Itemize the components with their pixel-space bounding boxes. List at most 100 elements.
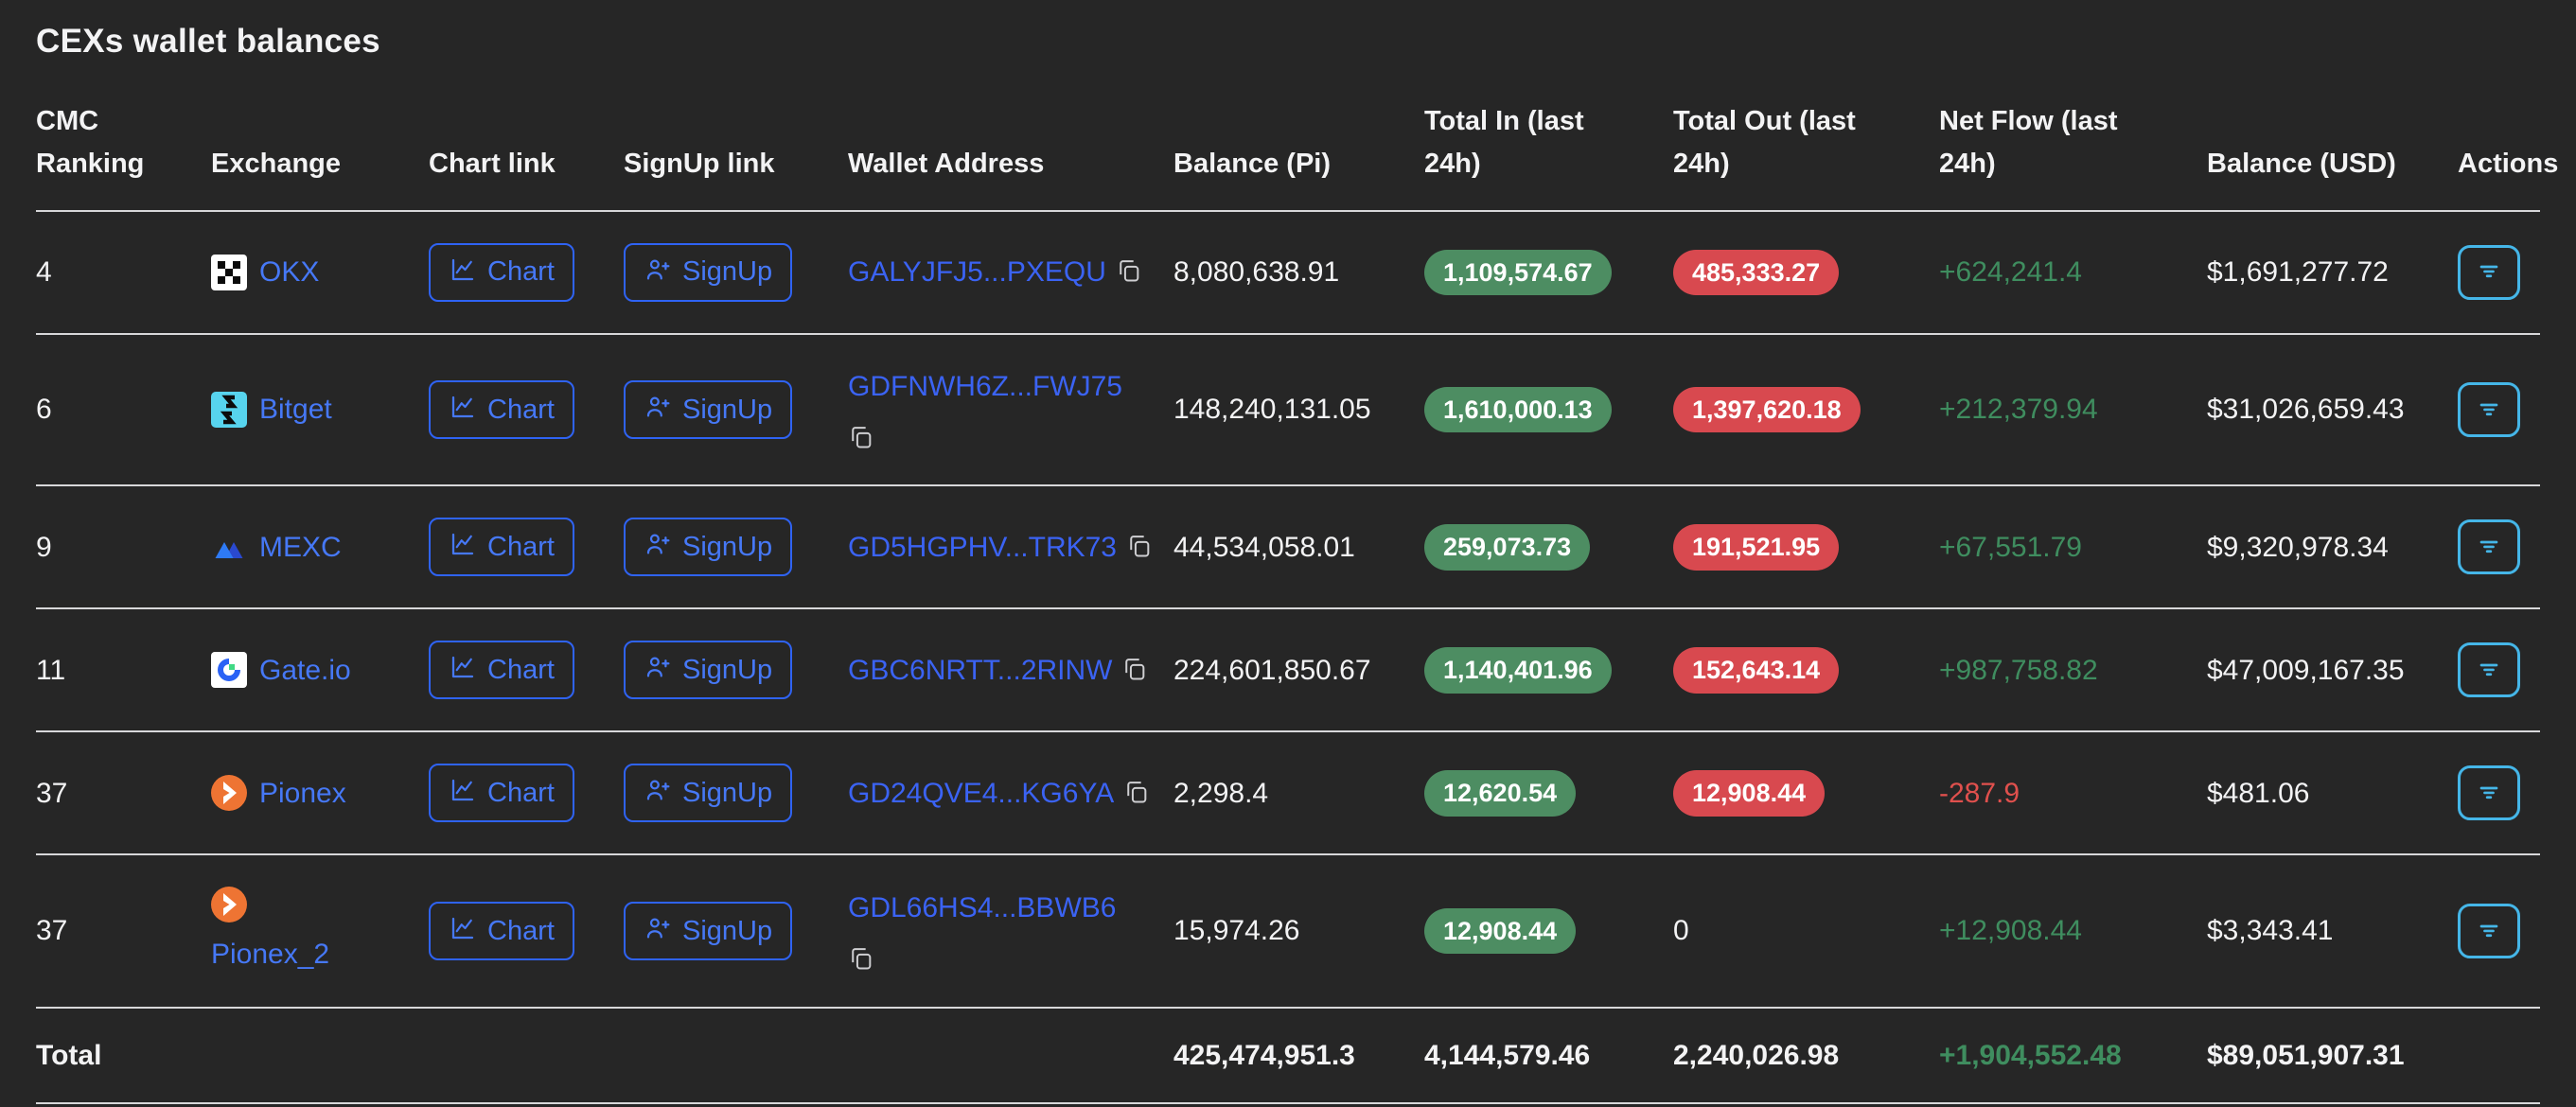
header-row: CMCRankingExchangeChart linkSignUp linkW… (36, 100, 2540, 211)
wallet-address-link[interactable]: GDL66HS4...BBWB6 (848, 892, 1116, 923)
balance-pi-value: 44,534,058.01 (1173, 532, 1355, 563)
copy-icon (848, 439, 874, 453)
signup-button[interactable]: SignUp (624, 243, 792, 302)
net-flow-value: +624,241.4 (1939, 256, 2082, 288)
line-chart-icon (449, 530, 477, 564)
row-actions-button[interactable] (2458, 904, 2520, 958)
cell-actions (2458, 334, 2540, 486)
exchange-link[interactable]: OKX (259, 252, 319, 293)
row-actions-button[interactable] (2458, 519, 2520, 574)
signup-button-label: SignUp (682, 918, 772, 945)
copy-address-button[interactable] (1123, 779, 1150, 808)
signup-button[interactable]: SignUp (624, 518, 792, 576)
cell-net-flow: +12,908.44 (1939, 854, 2207, 1008)
cell-chart-link: Chart (429, 211, 624, 334)
cell-net-flow: -287.9 (1939, 731, 2207, 854)
cex-wallet-balances-table: CMCRankingExchangeChart linkSignUp linkW… (36, 100, 2540, 1104)
filter-icon (2474, 394, 2504, 427)
total-actions-cell (2458, 1008, 2540, 1104)
exchange: Gate.io (211, 650, 419, 692)
total-in-badge: 259,073.73 (1424, 524, 1590, 570)
col-header-actions: Actions (2458, 100, 2540, 211)
row-actions-button[interactable] (2458, 642, 2520, 697)
exchange-link[interactable]: Pionex (259, 773, 346, 815)
col-header-balance-usd: Balance (USD) (2207, 100, 2458, 211)
col-header-net-flow: Net Flow (last24h) (1939, 100, 2207, 211)
cell-total-in: 12,620.54 (1424, 731, 1673, 854)
row-actions-button[interactable] (2458, 765, 2520, 820)
cell-chart-link: Chart (429, 854, 624, 1008)
cell-signup-link: SignUp (624, 608, 848, 731)
cell-exchange: Pionex_2 (211, 854, 429, 1008)
table-row: 11Gate.ioChartSignUpGBC6NRTT...2RINW224,… (36, 608, 2540, 731)
chart-button[interactable]: Chart (429, 764, 574, 822)
copy-address-button[interactable] (1116, 257, 1142, 287)
cell-total-in: 12,908.44 (1424, 854, 1673, 1008)
table-row: 4OKXChartSignUpGALYJFJ5...PXEQU8,080,638… (36, 211, 2540, 334)
cell-total-in: 4,144,579.46 (1424, 1008, 1673, 1104)
line-chart-icon (449, 914, 477, 948)
cell-total-out: 12,908.44 (1673, 731, 1939, 854)
exchange-link[interactable]: Bitget (259, 389, 332, 430)
exchange: Pionex (211, 773, 419, 815)
exchange-link[interactable]: Pionex_2 (211, 934, 329, 975)
wallet-address: GBC6NRTT...2RINW (848, 650, 1164, 692)
balance-usd-value: $31,026,659.43 (2207, 394, 2405, 425)
chart-button[interactable]: Chart (429, 380, 574, 439)
cell-actions (2458, 211, 2540, 334)
signup-button-label: SignUp (682, 534, 772, 561)
balance-usd-value: $3,343.41 (2207, 915, 2333, 946)
total-out-badge: 0 (1673, 915, 1689, 946)
cell-signup-link: SignUp (624, 334, 848, 486)
total-label-cell: Total (36, 1008, 211, 1104)
cell-balance-usd: $1,691,277.72 (2207, 211, 2458, 334)
chart-button[interactable]: Chart (429, 641, 574, 699)
signup-button-label: SignUp (682, 657, 772, 684)
row-actions-button[interactable] (2458, 382, 2520, 437)
cell-net-flow: +987,758.82 (1939, 608, 2207, 731)
cell-cmc-rank: 37 (36, 854, 211, 1008)
chart-button-label: Chart (487, 657, 555, 684)
wallet-address-link[interactable]: GDFNWH6Z...FWJ75 (848, 371, 1122, 402)
balance-pi-value: 2,298.4 (1173, 778, 1268, 809)
signup-button[interactable]: SignUp (624, 641, 792, 699)
cell-total-out: 1,397,620.18 (1673, 334, 1939, 486)
net-flow-value: +67,551.79 (1939, 532, 2082, 563)
copy-icon (1121, 656, 1148, 685)
cell-balance-pi: 2,298.4 (1173, 731, 1424, 854)
copy-address-button[interactable] (1121, 656, 1148, 685)
balance-pi-value: 148,240,131.05 (1173, 394, 1371, 425)
cmc-rank-value: 6 (36, 394, 52, 425)
copy-address-button[interactable] (848, 424, 874, 453)
signup-button[interactable]: SignUp (624, 380, 792, 439)
row-actions-button[interactable] (2458, 245, 2520, 300)
exchange-link[interactable]: Gate.io (259, 650, 351, 692)
chart-button[interactable]: Chart (429, 243, 574, 302)
cell-total-out: 485,333.27 (1673, 211, 1939, 334)
exchange: Bitget (211, 389, 419, 430)
copy-address-button[interactable] (848, 945, 874, 975)
wallet-address-link[interactable]: GALYJFJ5...PXEQU (848, 252, 1106, 293)
table-body: 4OKXChartSignUpGALYJFJ5...PXEQU8,080,638… (36, 211, 2540, 1104)
table-header: CMCRankingExchangeChart linkSignUp linkW… (36, 100, 2540, 211)
net-flow-value: +987,758.82 (1939, 655, 2098, 686)
signup-button[interactable]: SignUp (624, 902, 792, 960)
copy-address-button[interactable] (1126, 533, 1153, 562)
signup-button[interactable]: SignUp (624, 764, 792, 822)
cell-exchange: Gate.io (211, 608, 429, 731)
cell-total-out: 2,240,026.98 (1673, 1008, 1939, 1104)
cell-cmc-rank: 6 (36, 334, 211, 486)
wallet-address-link[interactable]: GD24QVE4...KG6YA (848, 773, 1114, 815)
cell-balance-usd: $47,009,167.35 (2207, 608, 2458, 731)
cmc-rank-value: 37 (36, 915, 67, 946)
page-title: CEXs wallet balances (36, 23, 2540, 61)
cmc-rank-value: 9 (36, 532, 52, 563)
cell-balance-usd: $31,026,659.43 (2207, 334, 2458, 486)
chart-button[interactable]: Chart (429, 902, 574, 960)
signup-button-label: SignUp (682, 258, 772, 286)
wallet-address-link[interactable]: GD5HGPHV...TRK73 (848, 527, 1117, 569)
chart-button[interactable]: Chart (429, 518, 574, 576)
exchange-link[interactable]: MEXC (259, 527, 342, 569)
cell-cmc-rank: 11 (36, 608, 211, 731)
wallet-address-link[interactable]: GBC6NRTT...2RINW (848, 650, 1112, 692)
